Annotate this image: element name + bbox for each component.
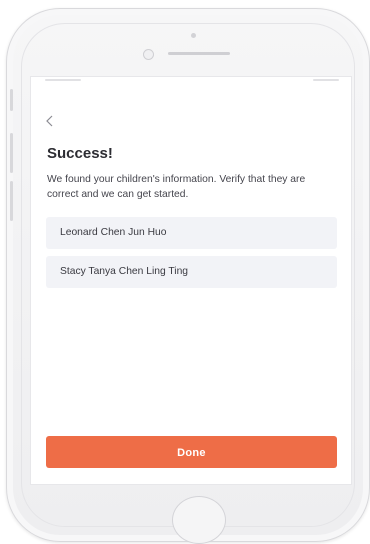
app-screen: Success! We found your children's inform… bbox=[30, 76, 352, 485]
status-bar-left bbox=[45, 79, 81, 81]
proximity-sensor bbox=[191, 33, 196, 38]
back-button[interactable] bbox=[45, 114, 59, 130]
child-item-2[interactable]: Stacy Tanya Chen Ling Ting bbox=[46, 256, 337, 288]
volume-up-button bbox=[10, 133, 13, 173]
page-title: Success! bbox=[47, 145, 113, 162]
mute-switch bbox=[10, 89, 13, 111]
chevron-left-icon bbox=[46, 115, 53, 127]
front-camera bbox=[143, 49, 154, 60]
status-bar bbox=[31, 77, 351, 84]
stage: Success! We found your children's inform… bbox=[0, 0, 370, 544]
page-subtitle: We found your children's information. Ve… bbox=[47, 174, 306, 200]
status-bar-right bbox=[313, 79, 339, 81]
volume-down-button bbox=[10, 181, 13, 221]
child-item-1[interactable]: Leonard Chen Jun Huo bbox=[46, 217, 337, 249]
earpiece-speaker bbox=[168, 52, 230, 55]
home-button[interactable] bbox=[172, 496, 226, 544]
done-button[interactable]: Done bbox=[46, 436, 337, 468]
